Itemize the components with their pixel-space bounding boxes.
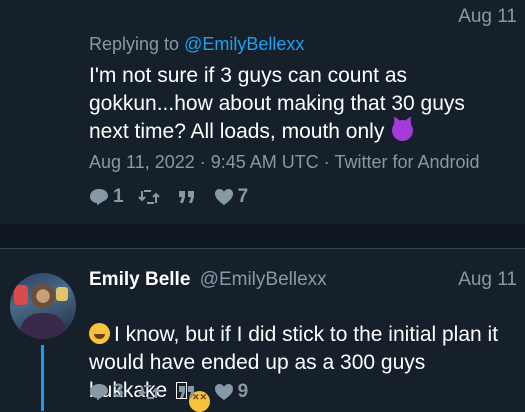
tweet-date[interactable]: Aug 11	[458, 6, 517, 28]
replying-to-mention-link[interactable]: @EmilyBellexx	[184, 34, 304, 54]
avatar-figure	[20, 313, 66, 339]
replying-to-label: Replying to	[89, 34, 185, 54]
like-button[interactable]: 7	[214, 186, 249, 208]
reply-button[interactable]: 3	[89, 381, 124, 403]
author-tweet[interactable]: Emily Belle @EmilyBellexx Aug 11 I know,…	[0, 248, 525, 412]
replying-to-line: Replying to @EmilyBellexx	[89, 34, 304, 55]
avatar-detail	[56, 287, 68, 301]
avatar-detail	[14, 285, 28, 305]
retweet-icon	[137, 385, 160, 399]
quote-button[interactable]	[178, 190, 200, 204]
smiling-devil-emoji-icon	[392, 120, 414, 141]
quote-button[interactable]	[178, 385, 200, 399]
tweet-actions: 3 9	[89, 379, 262, 405]
author-row: Emily Belle @EmilyBellexx	[89, 269, 327, 291]
avatar[interactable]	[10, 273, 76, 339]
author-display-name[interactable]: Emily Belle	[89, 269, 190, 290]
tweet-date[interactable]: Aug 11	[458, 269, 517, 291]
reply-icon	[90, 384, 108, 401]
reply-icon	[90, 189, 108, 206]
quote-icon	[178, 191, 194, 203]
thread-line	[41, 345, 44, 411]
heart-icon	[214, 384, 233, 400]
laughing-tears-emoji-icon	[89, 323, 110, 344]
retweet-button[interactable]	[137, 189, 164, 205]
like-count: 7	[237, 186, 249, 207]
tweet-body: I'm not sure if 3 guys can count as gokk…	[89, 62, 509, 146]
heart-icon	[214, 189, 233, 205]
reply-tweet[interactable]: Aug 11 Replying to @EmilyBellexx I'm not…	[0, 0, 525, 224]
tweet-actions: 1 7	[89, 184, 262, 210]
retweet-icon	[137, 190, 160, 204]
like-button[interactable]: 9	[214, 381, 249, 403]
retweet-button[interactable]	[137, 384, 164, 400]
quote-icon	[178, 386, 194, 398]
reply-count: 1	[113, 186, 124, 207]
tweet-separator	[0, 224, 525, 248]
like-count: 9	[237, 381, 249, 402]
reply-count: 3	[113, 381, 124, 402]
reply-button[interactable]: 1	[89, 186, 124, 208]
author-handle[interactable]: @EmilyBellexx	[200, 269, 327, 290]
tweet-meta[interactable]: Aug 11, 2022 · 9:45 AM UTC · Twitter for…	[89, 152, 480, 173]
